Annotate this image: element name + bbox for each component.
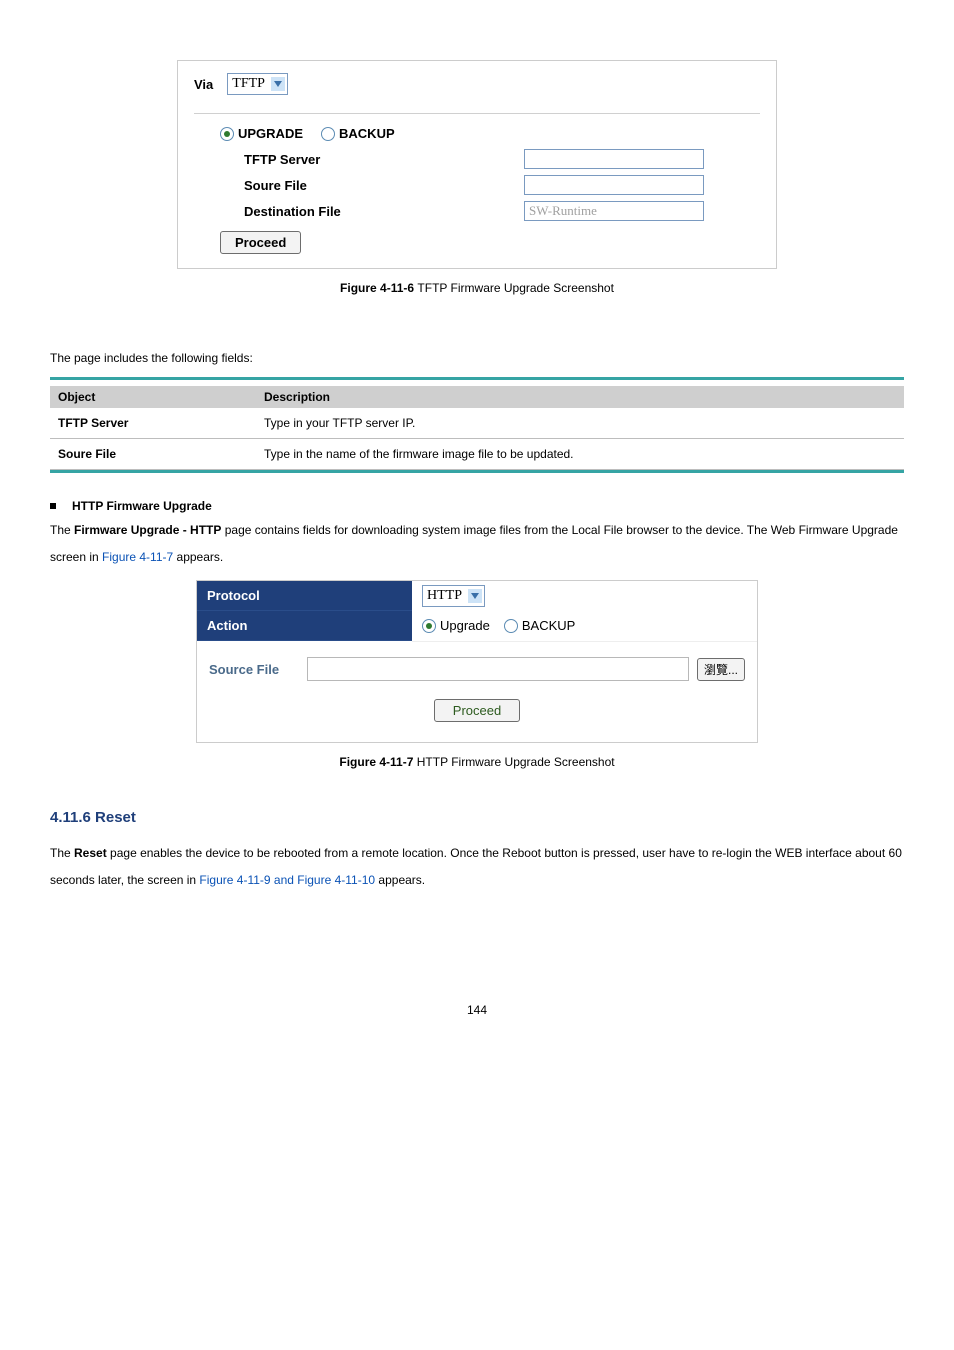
destination-file-input[interactable] — [524, 201, 704, 221]
tftp-server-input[interactable] — [524, 149, 704, 169]
table-row: Soure File Type in the name of the firmw… — [50, 439, 904, 470]
http-source-file-label: Source File — [209, 662, 299, 677]
table-cell-object: Soure File — [50, 439, 256, 470]
table-header-object: Object — [50, 386, 256, 408]
bullet-http-upgrade-text: HTTP Firmware Upgrade — [72, 499, 212, 513]
figure-caption-1: Figure 4-11-6 TFTP Firmware Upgrade Scre… — [50, 281, 904, 295]
http-firmware-panel: Protocol HTTP Action Upgrade BACKUP Sou — [196, 580, 758, 743]
via-label: Via — [194, 77, 213, 92]
source-file-label: Soure File — [244, 178, 524, 193]
via-select[interactable]: TFTP — [227, 73, 288, 95]
via-row: Via TFTP — [194, 73, 760, 113]
protocol-select-value: HTTP — [427, 588, 468, 604]
radio-dot-icon — [321, 127, 335, 141]
reset-paragraph-t3: appears. — [378, 873, 425, 887]
table-cell-description: Type in your TFTP server IP. — [256, 408, 904, 439]
radio-upgrade-label: UPGRADE — [238, 126, 303, 141]
source-file-input[interactable] — [524, 175, 704, 195]
http-source-file-row: Source File 瀏覽... — [209, 657, 745, 681]
tftp-firmware-panel: Via TFTP UPGRADE BACKUP TFTP Server Sour… — [177, 60, 777, 269]
page-number: 144 — [50, 1003, 904, 1017]
protocol-select[interactable]: HTTP — [422, 585, 485, 607]
field-description-table: Object Description TFTP Server Type in y… — [50, 377, 904, 473]
tftp-server-row: TFTP Server — [194, 149, 760, 169]
protocol-row: Protocol HTTP — [197, 581, 757, 611]
tftp-action-radio-group: UPGRADE BACKUP — [194, 126, 760, 141]
destination-file-row: Destination File — [194, 201, 760, 221]
action-row: Action Upgrade BACKUP — [197, 611, 757, 641]
radio-dot-icon — [220, 127, 234, 141]
chevron-down-icon — [468, 589, 482, 603]
figure-link-4-11-7[interactable]: Figure 4-11-7 — [102, 550, 173, 564]
divider — [194, 113, 760, 114]
table-cell-description: Type in the name of the firmware image f… — [256, 439, 904, 470]
http-source-file-input[interactable] — [307, 657, 689, 681]
http-paragraph-t3: appears. — [177, 550, 224, 564]
radio-dot-icon — [504, 619, 518, 633]
reset-paragraph-t2: page enables the device to be rebooted f… — [50, 846, 902, 886]
table-cell-object: TFTP Server — [50, 408, 256, 439]
source-file-row: Soure File — [194, 175, 760, 195]
figure-caption-2-prefix: Figure 4-11-7 — [339, 755, 416, 769]
radio-backup-label: BACKUP — [339, 126, 395, 141]
http-action-radio-group: Upgrade BACKUP — [412, 611, 757, 642]
radio-backup[interactable]: BACKUP — [321, 126, 395, 141]
radio-dot-icon — [422, 619, 436, 633]
chevron-down-icon — [271, 77, 285, 91]
http-paragraph-bold: Firmware Upgrade - HTTP — [74, 523, 221, 537]
table-header-description: Description — [256, 386, 904, 408]
reset-paragraph-bold: Reset — [74, 846, 107, 860]
tftp-server-label: TFTP Server — [244, 152, 524, 167]
figure-caption-2-text: HTTP Firmware Upgrade Screenshot — [417, 755, 615, 769]
radio-upgrade[interactable]: Upgrade — [422, 618, 490, 633]
proceed-button[interactable]: Proceed — [220, 231, 301, 254]
browse-button[interactable]: 瀏覽... — [697, 658, 745, 681]
reset-paragraph-t1: The — [50, 846, 74, 860]
radio-upgrade-label: Upgrade — [440, 618, 490, 633]
figure-caption-2: Figure 4-11-7 HTTP Firmware Upgrade Scre… — [50, 755, 904, 769]
bullet-http-upgrade: HTTP Firmware Upgrade — [50, 499, 904, 513]
http-paragraph-t1: The — [50, 523, 74, 537]
http-proceed-button[interactable]: Proceed — [434, 699, 520, 722]
reset-paragraph: The Reset page enables the device to be … — [50, 840, 904, 893]
destination-file-label: Destination File — [244, 204, 524, 219]
radio-backup-label: BACKUP — [522, 618, 575, 633]
http-paragraph: The Firmware Upgrade - HTTP page contain… — [50, 517, 904, 570]
radio-backup[interactable]: BACKUP — [504, 618, 575, 633]
radio-upgrade[interactable]: UPGRADE — [220, 126, 303, 141]
table-row: TFTP Server Type in your TFTP server IP. — [50, 408, 904, 439]
action-label: Action — [197, 611, 412, 641]
via-select-value: TFTP — [232, 76, 271, 92]
square-bullet-icon — [50, 503, 56, 509]
figure-caption-1-text: TFTP Firmware Upgrade Screenshot — [417, 281, 614, 295]
figure-link-4-11-9-10[interactable]: Figure 4-11-9 and Figure 4-11-10 — [199, 873, 375, 887]
section-heading-reset: 4.11.6 Reset — [50, 809, 904, 826]
fields-intro: The page includes the following fields: — [50, 345, 904, 371]
figure-caption-1-prefix: Figure 4-11-6 — [340, 281, 417, 295]
protocol-label: Protocol — [197, 581, 412, 611]
